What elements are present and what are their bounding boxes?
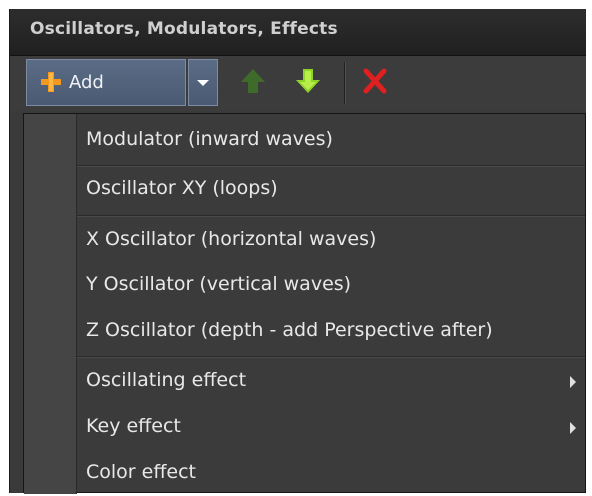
add-dropdown-button[interactable] — [188, 59, 218, 106]
menu-item-x-oscillator[interactable]: X Oscillator (horizontal waves) — [77, 219, 585, 263]
chevron-down-icon — [197, 80, 209, 86]
menu-icon-gutter — [24, 114, 77, 494]
menu-item-oscillator-xy[interactable]: Oscillator XY (loops) — [77, 168, 585, 212]
submenu-arrow-icon — [570, 376, 576, 388]
menu-separator — [77, 165, 585, 167]
submenu-arrow-icon — [570, 422, 576, 434]
menu-item-color-effect[interactable]: Color effect — [77, 452, 585, 496]
panel-toolbar: Add — [10, 56, 586, 111]
menu-separator — [77, 215, 585, 217]
screenshot-frame: Oscillators, Modulators, Effects Add Mod… — [0, 0, 592, 496]
add-button[interactable]: Add — [26, 59, 186, 106]
panel-title: Oscillators, Modulators, Effects — [30, 19, 338, 39]
menu-item-label: Color effect — [86, 461, 197, 483]
menu-item-label: Oscillator XY (loops) — [86, 177, 278, 199]
menu-item-z-oscillator[interactable]: Z Oscillator (depth - add Perspective af… — [77, 310, 585, 354]
arrow-down-icon[interactable] — [293, 66, 323, 96]
menu-item-label: Y Oscillator (vertical waves) — [86, 273, 352, 295]
menu-item-key-effect[interactable]: Key effect — [77, 406, 585, 450]
plus-icon — [41, 72, 61, 92]
toolbar-separator — [344, 62, 346, 104]
menu-separator — [77, 356, 585, 358]
menu-item-label: X Oscillator (horizontal waves) — [86, 228, 377, 250]
menu-item-label: Modulator (inward waves) — [86, 128, 333, 150]
menu-item-label: Z Oscillator (depth - add Perspective af… — [86, 319, 493, 341]
menu-item-label: Key effect — [86, 415, 181, 437]
menu-item-oscillating-effect[interactable]: Oscillating effect — [77, 360, 585, 404]
add-button-label: Add — [69, 72, 104, 93]
close-icon[interactable] — [360, 66, 390, 96]
add-dropdown-menu: Modulator (inward waves) Oscillator XY (… — [23, 113, 586, 496]
panel-titlebar: Oscillators, Modulators, Effects — [10, 9, 586, 56]
menu-item-y-oscillator[interactable]: Y Oscillator (vertical waves) — [77, 264, 585, 308]
menu-item-label: Oscillating effect — [86, 369, 247, 391]
arrow-up-icon[interactable] — [238, 66, 268, 96]
effects-panel: Oscillators, Modulators, Effects Add Mod… — [9, 9, 586, 496]
menu-item-modulator[interactable]: Modulator (inward waves) — [77, 119, 585, 163]
